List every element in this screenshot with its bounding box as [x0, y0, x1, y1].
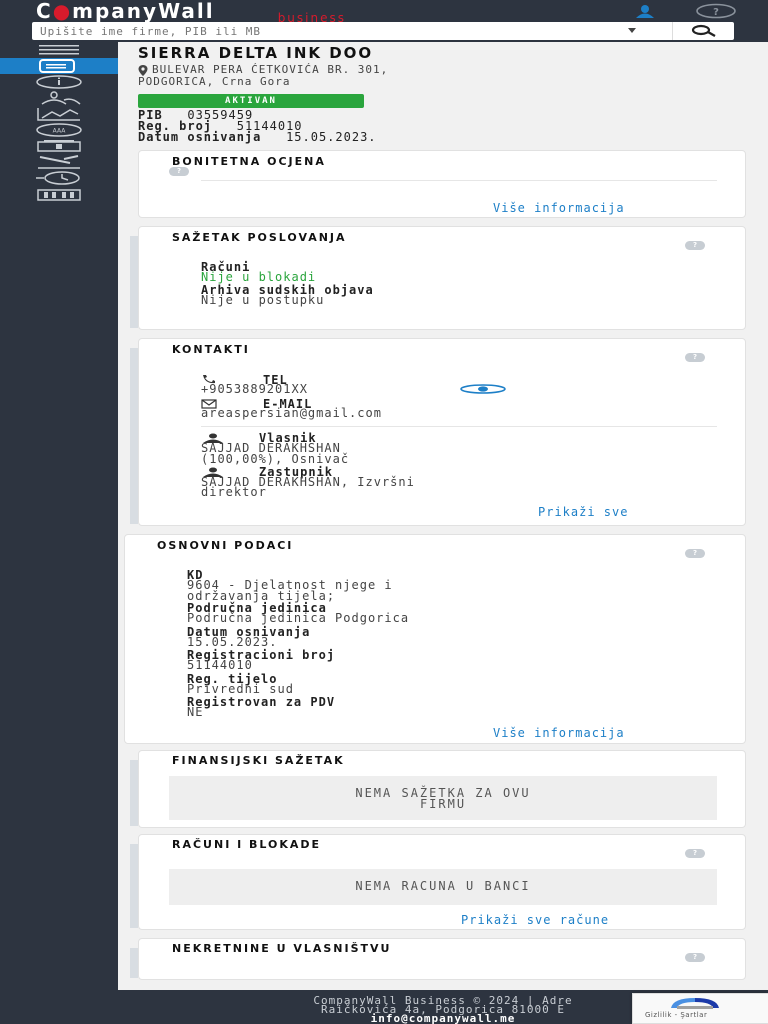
racuni-empty: NEMA RACUNA U BANCI: [169, 869, 717, 905]
divider: [201, 180, 717, 181]
rb-value: 51144010: [187, 658, 253, 672]
pj-value: Područna jedinica Podgorica: [187, 611, 410, 625]
search-button[interactable]: [672, 22, 734, 40]
address-line2: PODGORICA, Crna Gora: [138, 75, 291, 88]
sidebar-item-document[interactable]: [0, 58, 118, 74]
card-finansijski: FINANSIJSKI SAŽETAK NEMA SAŽETKA ZA OVU …: [138, 750, 746, 828]
logo[interactable]: C●mpanyWall business: [36, 1, 346, 24]
search-input[interactable]: [32, 22, 646, 40]
divider: [201, 426, 717, 427]
email-value[interactable]: areaspersian@gmail.com: [201, 407, 382, 419]
date-row: Datum osnivanja 15.05.2023.: [138, 130, 698, 144]
top-bar: C●mpanyWall business ?: [0, 0, 768, 42]
info-icon: [36, 75, 82, 89]
logo-text: C●mpanyWall: [36, 1, 215, 21]
help-question-icon[interactable]: ?: [685, 953, 705, 962]
logo-rest: mpanyWall: [72, 0, 215, 23]
sidebar-item-account[interactable]: [0, 138, 118, 154]
sidebar-item-building[interactable]: [0, 186, 118, 202]
search-bar: [32, 22, 734, 40]
card-shadow: [130, 348, 138, 524]
company-name: SIERRA DELTA INK DOO: [138, 44, 374, 62]
card-nekretnine: NEKRETNINE U VLASNIŠTVU ?: [138, 938, 746, 980]
card-sazetak: SAŽETAK POSLOVANJA ? Računi Nije u bloka…: [138, 226, 746, 330]
arhiva-value: Nije u postupku: [201, 293, 325, 307]
card-racuni: RAČUNI I BLOKADE ? NEMA RACUNA U BANCI P…: [138, 834, 746, 930]
eye-icon[interactable]: [459, 384, 507, 394]
finansijski-empty: NEMA SAŽETKA ZA OVU FIRMU: [169, 776, 717, 820]
help-question-icon[interactable]: ?: [685, 353, 705, 362]
sidebar-item-chart[interactable]: [0, 106, 118, 122]
recaptcha-badge[interactable]: Gizlilik - Şartlar: [632, 993, 768, 1024]
help-question-icon[interactable]: ?: [685, 549, 705, 558]
card-shadow: [130, 948, 138, 978]
document-icon: [39, 59, 75, 73]
history-icon: [36, 171, 80, 185]
gavel-icon: [38, 155, 80, 169]
card-title-sazetak: SAŽETAK POSLOVANJA: [172, 231, 347, 244]
card-bonitet: BONITETNA OCJENA ? Više informacija: [138, 150, 746, 218]
bonitet-more-link[interactable]: Više informacija: [493, 202, 625, 214]
recaptcha-logo-icon: [671, 998, 719, 1009]
rt-value: Privredni sud: [187, 682, 294, 696]
do-value: 15.05.2023.: [187, 635, 278, 649]
sidebar-item-menu[interactable]: [0, 42, 118, 58]
logo-c: C: [36, 0, 53, 23]
help-icon[interactable]: ?: [694, 3, 738, 19]
card-shadow: [130, 236, 138, 328]
kontakti-more-link[interactable]: Prikaži sve: [538, 506, 628, 518]
card-title-racuni: RAČUNI I BLOKADE: [172, 838, 322, 851]
racuni-more-link[interactable]: Prikaži sve račune: [461, 914, 609, 926]
osnovni-more-link[interactable]: Više informacija: [493, 727, 625, 739]
status-badge: AKTIVAN: [138, 94, 364, 108]
card-title-bonitet: BONITETNA OCJENA: [172, 155, 326, 168]
sidebar-item-history[interactable]: [0, 170, 118, 186]
logo-o-icon: ●: [52, 0, 73, 23]
date-value: 15.05.2023.: [286, 130, 377, 144]
chart-icon: [37, 108, 80, 121]
card-title-osnovni: OSNOVNI PODACI: [157, 539, 294, 552]
sidebar-item-gavel[interactable]: [0, 154, 118, 170]
chevron-down-icon[interactable]: [628, 28, 636, 33]
user-icon[interactable]: [630, 3, 660, 19]
card-shadow: [130, 760, 138, 826]
sidebar-item-rating[interactable]: AAA: [0, 122, 118, 138]
building-icon: [37, 189, 81, 201]
sidebar: AAA: [0, 42, 118, 1024]
company-header: SIERRA DELTA INK DOO BULEVAR PERA ĆETKOV…: [138, 44, 698, 143]
vlasnik-value-2: (100,00%), Osnivač: [201, 452, 350, 466]
recaptcha-links[interactable]: Gizlilik - Şartlar: [645, 1011, 707, 1019]
help-question-icon[interactable]: ?: [685, 849, 705, 858]
sidebar-item-info[interactable]: [0, 74, 118, 90]
finansijski-empty-line2: FIRMU: [419, 797, 467, 811]
tel-value[interactable]: +9053889201XX: [201, 383, 308, 395]
card-title-finansijski: FINANSIJSKI SAŽETAK: [172, 754, 345, 767]
help-glyph: ?: [713, 7, 719, 18]
card-kontakti: KONTAKTI ? TEL +9053889201XX E-MAIL area…: [138, 338, 746, 526]
menu-icon: [39, 45, 79, 55]
account-icon: [37, 140, 81, 152]
sidebar-item-people[interactable]: [0, 90, 118, 106]
company-address: BULEVAR PERA ĆETKOVIĆA BR. 301, PODGORIC…: [138, 64, 698, 88]
people-icon: [41, 91, 81, 105]
rating-icon: AAA: [36, 123, 82, 137]
pdv-value: NE: [187, 705, 204, 719]
help-question-icon[interactable]: ?: [169, 167, 189, 176]
card-title-nekretnine: NEKRETNINE U VLASNIŠTVU: [172, 942, 392, 955]
card-osnovni: OSNOVNI PODACI ? KD 9604 - Djelatnost nj…: [124, 534, 746, 744]
card-title-kontakti: KONTAKTI: [172, 343, 250, 356]
racuni-value: Nije u blokadi: [201, 270, 317, 284]
location-pin-icon: [138, 65, 148, 76]
card-shadow: [130, 844, 138, 928]
search-icon: [691, 24, 716, 38]
help-question-icon[interactable]: ?: [685, 241, 705, 250]
pdv-label: Registrovan za PDV: [187, 695, 336, 709]
date-label: Datum osnivanja: [138, 130, 262, 144]
svg-text:AAA: AAA: [53, 128, 67, 135]
zastupnik-value-2: direktor: [201, 485, 267, 499]
